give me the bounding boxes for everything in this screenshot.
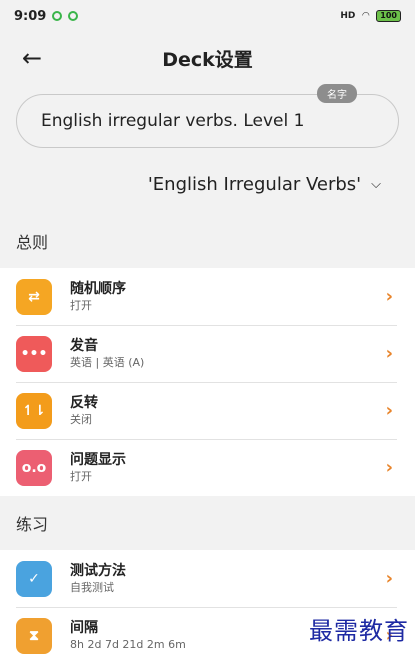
general-settings-list: ⇄ 随机顺序 打开 › ••• 发音 英语 | 英语 (A) › ↿⇂ 反转 关… (0, 268, 415, 496)
deck-select-value: 'English Irregular Verbs' (147, 173, 362, 195)
name-field-tag: 名字 (317, 84, 357, 103)
shuffle-icon: ⇄ (16, 278, 52, 315)
section-general-label: 总则 (16, 233, 49, 252)
setting-question-display[interactable]: o.o 问题显示 打开 › (0, 439, 415, 496)
clipboard-check-icon: ✓ (16, 560, 52, 597)
section-practice-label: 练习 (16, 515, 49, 534)
battery-icon: 100 (376, 10, 401, 22)
setting-value: 打开 (70, 299, 92, 312)
reverse-icon: ↿⇂ (16, 392, 52, 429)
setting-shuffle[interactable]: ⇄ 随机顺序 打开 › (0, 268, 415, 325)
page-title: Deck设置 (162, 48, 253, 71)
chevron-right-icon: › (385, 568, 393, 589)
setting-label: 问题显示 (70, 452, 126, 468)
setting-value: 关闭 (70, 413, 92, 426)
setting-value: 自我测试 (70, 581, 114, 594)
chevron-right-icon: › (385, 343, 393, 364)
speech-bubble-icon: ••• (16, 335, 52, 372)
status-bar: 9:09 HD ◠ 100 (0, 0, 415, 32)
chevron-down-icon: ⌵ (371, 176, 381, 192)
setting-label: 发音 (70, 338, 98, 354)
setting-test-method[interactable]: ✓ 测试方法 自我测试 › (0, 550, 415, 607)
chevron-right-icon: › (385, 286, 393, 307)
setting-pronunciation[interactable]: ••• 发音 英语 | 英语 (A) › (0, 325, 415, 382)
chevron-right-icon: › (385, 457, 393, 478)
status-time: 9:09 (14, 8, 47, 24)
wifi-icon: ◠ (362, 11, 370, 21)
cat-face-icon: o.o (16, 449, 52, 486)
header: ← Deck设置 (0, 32, 415, 84)
chevron-right-icon: › (385, 400, 393, 421)
setting-label: 随机顺序 (70, 281, 126, 297)
deck-select[interactable]: 'English Irregular Verbs' ⌵ (0, 154, 415, 214)
setting-value: 英语 | 英语 (A) (70, 356, 145, 369)
setting-reverse[interactable]: ↿⇂ 反转 关闭 › (0, 382, 415, 439)
notification-icon (68, 11, 79, 21)
hourglass-icon: ⧗ (16, 617, 52, 654)
signal-icon: HD (340, 11, 356, 21)
setting-value: 打开 (70, 470, 92, 483)
notification-icon (52, 11, 63, 21)
back-arrow-icon[interactable]: ← (22, 44, 42, 72)
watermark-text: 最需教育 (309, 617, 409, 645)
deck-name-field-wrapper: English irregular verbs. Level 1 名字 (16, 84, 399, 148)
setting-label: 测试方法 (70, 563, 126, 579)
setting-label: 反转 (70, 395, 98, 411)
